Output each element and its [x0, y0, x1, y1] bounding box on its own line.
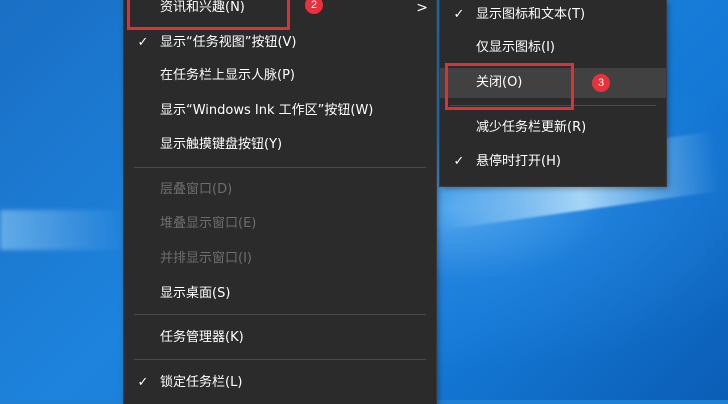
menu-item-task-manager[interactable]: 任务管理器(K): [124, 323, 436, 353]
menu-item-show-people[interactable]: 在任务栏上显示人脉(P): [124, 61, 436, 91]
menu-item-show-task-view-button[interactable]: ✓ 显示“任务视图”按钮(V): [124, 28, 436, 58]
menu-item-label: 锁定任务栏(L): [160, 375, 243, 390]
menu-item-side-by-side: 并排显示窗口(I): [124, 244, 436, 274]
menu-item-label: 并排显示窗口(I): [160, 251, 252, 266]
menu-item-show-windows-ink[interactable]: 显示“Windows Ink 工作区”按钮(W): [124, 96, 436, 126]
taskbar-context-menu: 资讯和兴趣(N) > ✓ 显示“任务视图”按钮(V) 在任务栏上显示人脉(P) …: [124, 0, 436, 404]
menu-item-label: 在任务栏上显示人脉(P): [160, 68, 295, 83]
menu-item-stack-windows: 堆叠显示窗口(E): [124, 209, 436, 239]
annotation-box-turn-off: [445, 63, 574, 110]
menu-item-label: 显示触摸键盘按钮(Y): [160, 137, 283, 152]
menu-item-show-touch-keyboard[interactable]: 显示触摸键盘按钮(Y): [124, 130, 436, 160]
chevron-right-icon: >: [416, 0, 428, 16]
annotation-box-news-and-interests: [127, 0, 290, 30]
menu-item-label: 层叠窗口(D): [160, 182, 233, 197]
checkmark-icon: ✓: [453, 7, 465, 22]
menu-item-label: 显示图标和文本(T): [476, 7, 586, 22]
menu-item-label: 显示“Windows Ink 工作区”按钮(W): [160, 103, 374, 118]
menu-item-lock-taskbar[interactable]: ✓ 锁定任务栏(L): [124, 368, 436, 398]
submenu-item-open-on-hover[interactable]: ✓ 悬停时打开(H): [440, 147, 666, 177]
menu-item-label: 任务管理器(K): [160, 330, 244, 345]
menu-item-label: 减少任务栏更新(R): [476, 120, 587, 135]
menu-item-label: 显示“任务视图”按钮(V): [160, 35, 297, 50]
menu-separator: [134, 314, 426, 315]
checkmark-icon: ✓: [453, 154, 465, 169]
menu-separator: [134, 167, 426, 168]
wallpaper-light-beam-left: [0, 210, 128, 250]
menu-item-label: 悬停时打开(H): [476, 154, 561, 169]
annotation-step-badge-3: 3: [592, 74, 610, 92]
menu-item-label: 堆叠显示窗口(E): [160, 216, 257, 231]
checkmark-icon: ✓: [137, 35, 149, 50]
submenu-item-show-icon-only[interactable]: 仅显示图标(I): [440, 33, 666, 63]
menu-item-label: 显示桌面(S): [160, 286, 231, 301]
menu-item-show-desktop[interactable]: 显示桌面(S): [124, 279, 436, 309]
menu-item-cascade-windows: 层叠窗口(D): [124, 175, 436, 205]
submenu-item-reduce-updates[interactable]: 减少任务栏更新(R): [440, 113, 666, 143]
menu-separator: [134, 359, 426, 360]
menu-item-label: 仅显示图标(I): [476, 40, 555, 55]
checkmark-icon: ✓: [137, 375, 149, 390]
submenu-item-show-icon-and-text[interactable]: ✓ 显示图标和文本(T): [440, 0, 666, 30]
